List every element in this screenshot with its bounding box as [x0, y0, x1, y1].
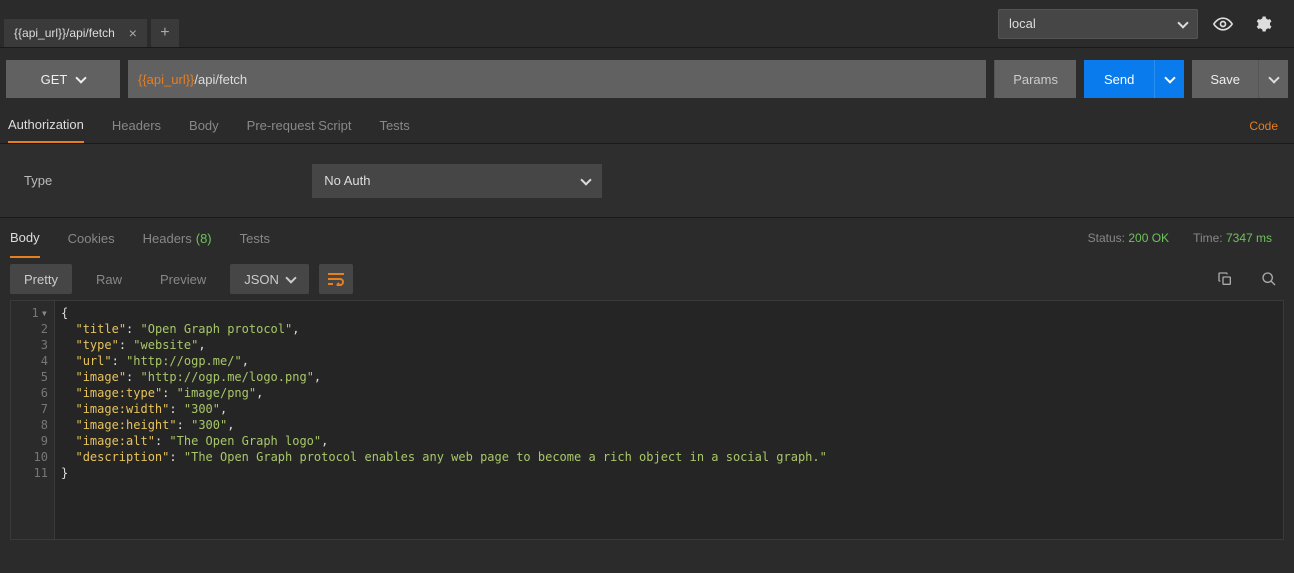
tab-body[interactable]: Body [189, 108, 219, 143]
wrap-lines-button[interactable] [319, 264, 353, 294]
code-link[interactable]: Code [1249, 119, 1286, 133]
chevron-down-icon [76, 72, 87, 83]
send-button-group: Send [1084, 60, 1184, 98]
new-tab-button[interactable]: + [151, 19, 179, 47]
response-tab-body[interactable]: Body [10, 218, 40, 258]
time-value: 7347 ms [1226, 231, 1272, 245]
view-preview[interactable]: Preview [146, 264, 220, 294]
response-tabs: Body Cookies Headers (8) Tests Status: 2… [0, 218, 1294, 258]
method-select[interactable]: GET [6, 60, 120, 98]
environment-select[interactable]: local [998, 9, 1198, 39]
line-gutter: 1 ▾234567891011 [11, 301, 55, 539]
save-button-group: Save [1192, 60, 1288, 98]
close-icon[interactable]: × [129, 25, 137, 41]
send-button[interactable]: Send [1084, 60, 1154, 98]
request-tab[interactable]: {{api_url}}/api/fetch × [4, 19, 147, 47]
title-bar: {{api_url}}/api/fetch × + local [0, 0, 1294, 48]
chevron-down-icon [1177, 17, 1188, 28]
headers-count: (8) [196, 231, 212, 246]
view-raw[interactable]: Raw [82, 264, 136, 294]
type-label: Type [24, 173, 52, 188]
copy-icon[interactable] [1210, 264, 1240, 294]
response-tab-cookies[interactable]: Cookies [68, 218, 115, 258]
code-content: { "title": "Open Graph protocol", "type"… [55, 301, 833, 539]
response-view-toolbar: Pretty Raw Preview JSON [0, 258, 1294, 300]
gear-icon[interactable] [1248, 9, 1278, 39]
search-icon[interactable] [1254, 264, 1284, 294]
request-tabs: Authorization Headers Body Pre-request S… [0, 108, 1294, 144]
response-tab-headers[interactable]: Headers (8) [143, 218, 212, 258]
format-select[interactable]: JSON [230, 264, 309, 294]
auth-selected: No Auth [324, 173, 370, 188]
authorization-panel: Type No Auth [0, 144, 1294, 218]
method-label: GET [41, 72, 68, 87]
tab-label: {{api_url}}/api/fetch [14, 26, 115, 40]
chevron-down-icon [285, 272, 296, 283]
request-row: GET {{api_url}}/api/fetch Params Send Sa… [6, 60, 1288, 98]
tab-headers[interactable]: Headers [112, 108, 161, 143]
eye-icon[interactable] [1208, 9, 1238, 39]
params-button[interactable]: Params [994, 60, 1076, 98]
tab-prerequest[interactable]: Pre-request Script [247, 108, 352, 143]
url-path: /api/fetch [194, 72, 247, 87]
send-dropdown[interactable] [1154, 60, 1184, 98]
response-status: Status: 200 OK Time: 7347 ms [1088, 231, 1284, 245]
view-pretty[interactable]: Pretty [10, 264, 72, 294]
save-button[interactable]: Save [1192, 60, 1258, 98]
response-tab-tests[interactable]: Tests [240, 218, 270, 258]
chevron-down-icon [581, 174, 592, 185]
top-right-controls: local [998, 9, 1294, 39]
save-dropdown[interactable] [1258, 60, 1288, 98]
response-body[interactable]: 1 ▾234567891011 { "title": "Open Graph p… [10, 300, 1284, 540]
tab-strip: {{api_url}}/api/fetch × + [0, 0, 179, 47]
environment-label: local [1009, 16, 1036, 31]
status-value: 200 OK [1128, 231, 1169, 245]
chevron-down-icon [1164, 72, 1175, 83]
auth-type-select[interactable]: No Auth [312, 164, 602, 198]
tab-tests[interactable]: Tests [379, 108, 409, 143]
chevron-down-icon [1268, 72, 1279, 83]
url-variable: {{api_url}} [138, 72, 194, 87]
url-input[interactable]: {{api_url}}/api/fetch [128, 60, 986, 98]
tab-authorization[interactable]: Authorization [8, 108, 84, 143]
